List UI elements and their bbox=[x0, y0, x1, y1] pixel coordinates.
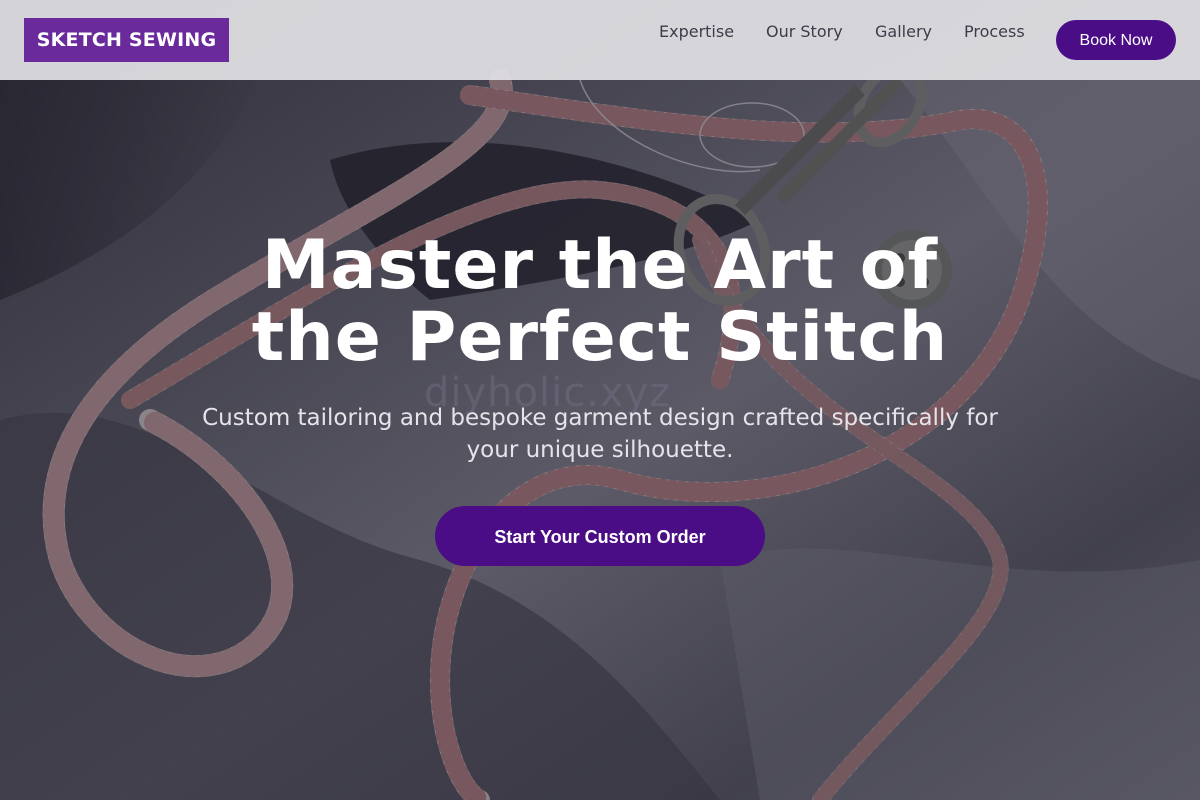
brand-logo[interactable]: SKETCH SEWING bbox=[24, 18, 229, 62]
nav-link-expertise[interactable]: Expertise bbox=[659, 22, 734, 42]
book-now-button[interactable]: Book Now bbox=[1056, 20, 1176, 60]
start-custom-order-button[interactable]: Start Your Custom Order bbox=[435, 506, 765, 566]
hero-title-line-1: Master the Art of bbox=[261, 226, 939, 305]
nav-link-gallery[interactable]: Gallery bbox=[875, 22, 932, 42]
hero-title-line-2: the Perfect Stitch bbox=[251, 298, 949, 377]
hero-subtitle: Custom tailoring and bespoke garment des… bbox=[160, 402, 1040, 466]
hero-subtitle-line-2: your unique silhouette. bbox=[466, 437, 734, 463]
nav-link-our-story[interactable]: Our Story bbox=[766, 22, 843, 42]
page: diyholic.xyz SKETCH SEWING Expertise Our… bbox=[0, 0, 1200, 800]
hero-title: Master the Art of the Perfect Stitch bbox=[100, 230, 1100, 374]
navbar: SKETCH SEWING Expertise Our Story Galler… bbox=[0, 0, 1200, 80]
nav-link-process[interactable]: Process bbox=[964, 22, 1025, 42]
hero-subtitle-line-1: Custom tailoring and bespoke garment des… bbox=[202, 405, 998, 431]
